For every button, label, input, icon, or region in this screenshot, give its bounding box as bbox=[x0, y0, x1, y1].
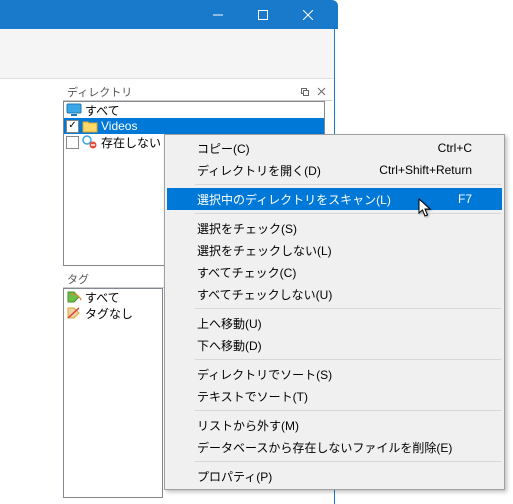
menu-item-accel: Ctrl+C bbox=[438, 141, 472, 155]
tree-item-label: タグなし bbox=[85, 305, 133, 322]
tree-item-videos[interactable]: Videos bbox=[64, 118, 324, 134]
tree-item-no-tag[interactable]: タグなし bbox=[64, 305, 162, 321]
titlebar-corner bbox=[330, 0, 338, 29]
menu-item-sort-text[interactable]: テキストでソート(T) bbox=[167, 385, 502, 407]
folder-icon bbox=[82, 118, 98, 134]
panel-title: タグ bbox=[67, 271, 162, 287]
menu-item-move-up[interactable]: 上へ移動(U) bbox=[167, 312, 502, 334]
monitor-icon bbox=[66, 102, 82, 118]
menu-separator bbox=[195, 410, 501, 411]
menu-item-sort-dir[interactable]: ディレクトリでソート(S) bbox=[167, 363, 502, 385]
menu-item-label: ディレクトリを開く(D) bbox=[197, 162, 379, 179]
menu-item-label: テキストでソート(T) bbox=[197, 388, 472, 405]
menu-separator bbox=[195, 308, 501, 309]
menu-item-accel: F7 bbox=[458, 192, 472, 206]
menu-item-properties[interactable]: プロパティ(P) bbox=[167, 465, 502, 487]
menu-item-label: 下へ移動(D) bbox=[197, 337, 472, 354]
menu-item-uncheck-all[interactable]: すべてチェックしない(U) bbox=[167, 283, 502, 305]
toolbar-area bbox=[0, 29, 334, 79]
missing-folder-icon bbox=[82, 134, 98, 150]
context-menu: コピー(C) Ctrl+C ディレクトリを開く(D) Ctrl+Shift+Re… bbox=[164, 134, 505, 490]
panel-close-icon[interactable] bbox=[314, 85, 328, 99]
menu-item-scan-selected[interactable]: 選択中のディレクトリをスキャン(L) F7 bbox=[167, 188, 502, 210]
checkbox-icon[interactable] bbox=[66, 120, 79, 133]
menu-item-check-all[interactable]: すべてチェック(C) bbox=[167, 261, 502, 283]
panel-float-icon[interactable] bbox=[298, 85, 312, 99]
checkbox-icon[interactable] bbox=[66, 136, 79, 149]
tree-item-all[interactable]: すべて bbox=[64, 102, 324, 118]
tag-tree[interactable]: すべて タグなし bbox=[63, 288, 163, 498]
tree-item-label: 存在しない bbox=[101, 134, 161, 151]
menu-item-accel: Ctrl+Shift+Return bbox=[379, 163, 472, 177]
menu-item-label: コピー(C) bbox=[197, 140, 438, 157]
panel-title: ディレクトリ bbox=[67, 84, 296, 100]
menu-item-uncheck-selected[interactable]: 選択をチェックしない(L) bbox=[167, 239, 502, 261]
menu-item-open-dir[interactable]: ディレクトリを開く(D) Ctrl+Shift+Return bbox=[167, 159, 502, 181]
menu-item-label: リストから外す(M) bbox=[197, 417, 472, 434]
menu-item-delete-missing[interactable]: データベースから存在しないファイルを削除(E) bbox=[167, 436, 502, 458]
menu-item-label: すべてチェック(C) bbox=[197, 264, 472, 281]
menu-item-check-selected[interactable]: 選択をチェック(S) bbox=[167, 217, 502, 239]
menu-item-label: 選択をチェックしない(L) bbox=[197, 242, 472, 259]
tree-item-label: すべて bbox=[85, 289, 120, 306]
tree-item-all-tags[interactable]: すべて bbox=[64, 289, 162, 305]
tag-none-icon bbox=[66, 305, 82, 321]
menu-item-label: プロパティ(P) bbox=[197, 468, 472, 485]
menu-item-label: 上へ移動(U) bbox=[197, 315, 472, 332]
menu-item-label: データベースから存在しないファイルを削除(E) bbox=[197, 439, 472, 456]
menu-item-copy[interactable]: コピー(C) Ctrl+C bbox=[167, 137, 502, 159]
menu-item-move-down[interactable]: 下へ移動(D) bbox=[167, 334, 502, 356]
titlebar bbox=[0, 0, 330, 29]
close-button[interactable] bbox=[285, 0, 330, 29]
menu-separator bbox=[195, 359, 501, 360]
menu-item-remove-from-list[interactable]: リストから外す(M) bbox=[167, 414, 502, 436]
panel-header: タグ bbox=[63, 270, 166, 288]
menu-separator bbox=[195, 213, 501, 214]
menu-item-label: 選択をチェック(S) bbox=[197, 220, 472, 237]
maximize-button[interactable] bbox=[240, 0, 285, 29]
minimize-button[interactable] bbox=[195, 0, 240, 29]
tag-all-icon bbox=[66, 289, 82, 305]
tag-panel: タグ すべて タグなし bbox=[63, 270, 166, 498]
menu-item-label: すべてチェックしない(U) bbox=[197, 286, 472, 303]
menu-item-label: ディレクトリでソート(S) bbox=[197, 366, 472, 383]
menu-separator bbox=[195, 461, 501, 462]
panel-header: ディレクトリ bbox=[63, 83, 332, 101]
menu-separator bbox=[195, 184, 501, 185]
menu-item-label: 選択中のディレクトリをスキャン(L) bbox=[197, 191, 458, 208]
tree-item-label: Videos bbox=[101, 119, 137, 133]
tree-item-label: すべて bbox=[85, 102, 120, 119]
